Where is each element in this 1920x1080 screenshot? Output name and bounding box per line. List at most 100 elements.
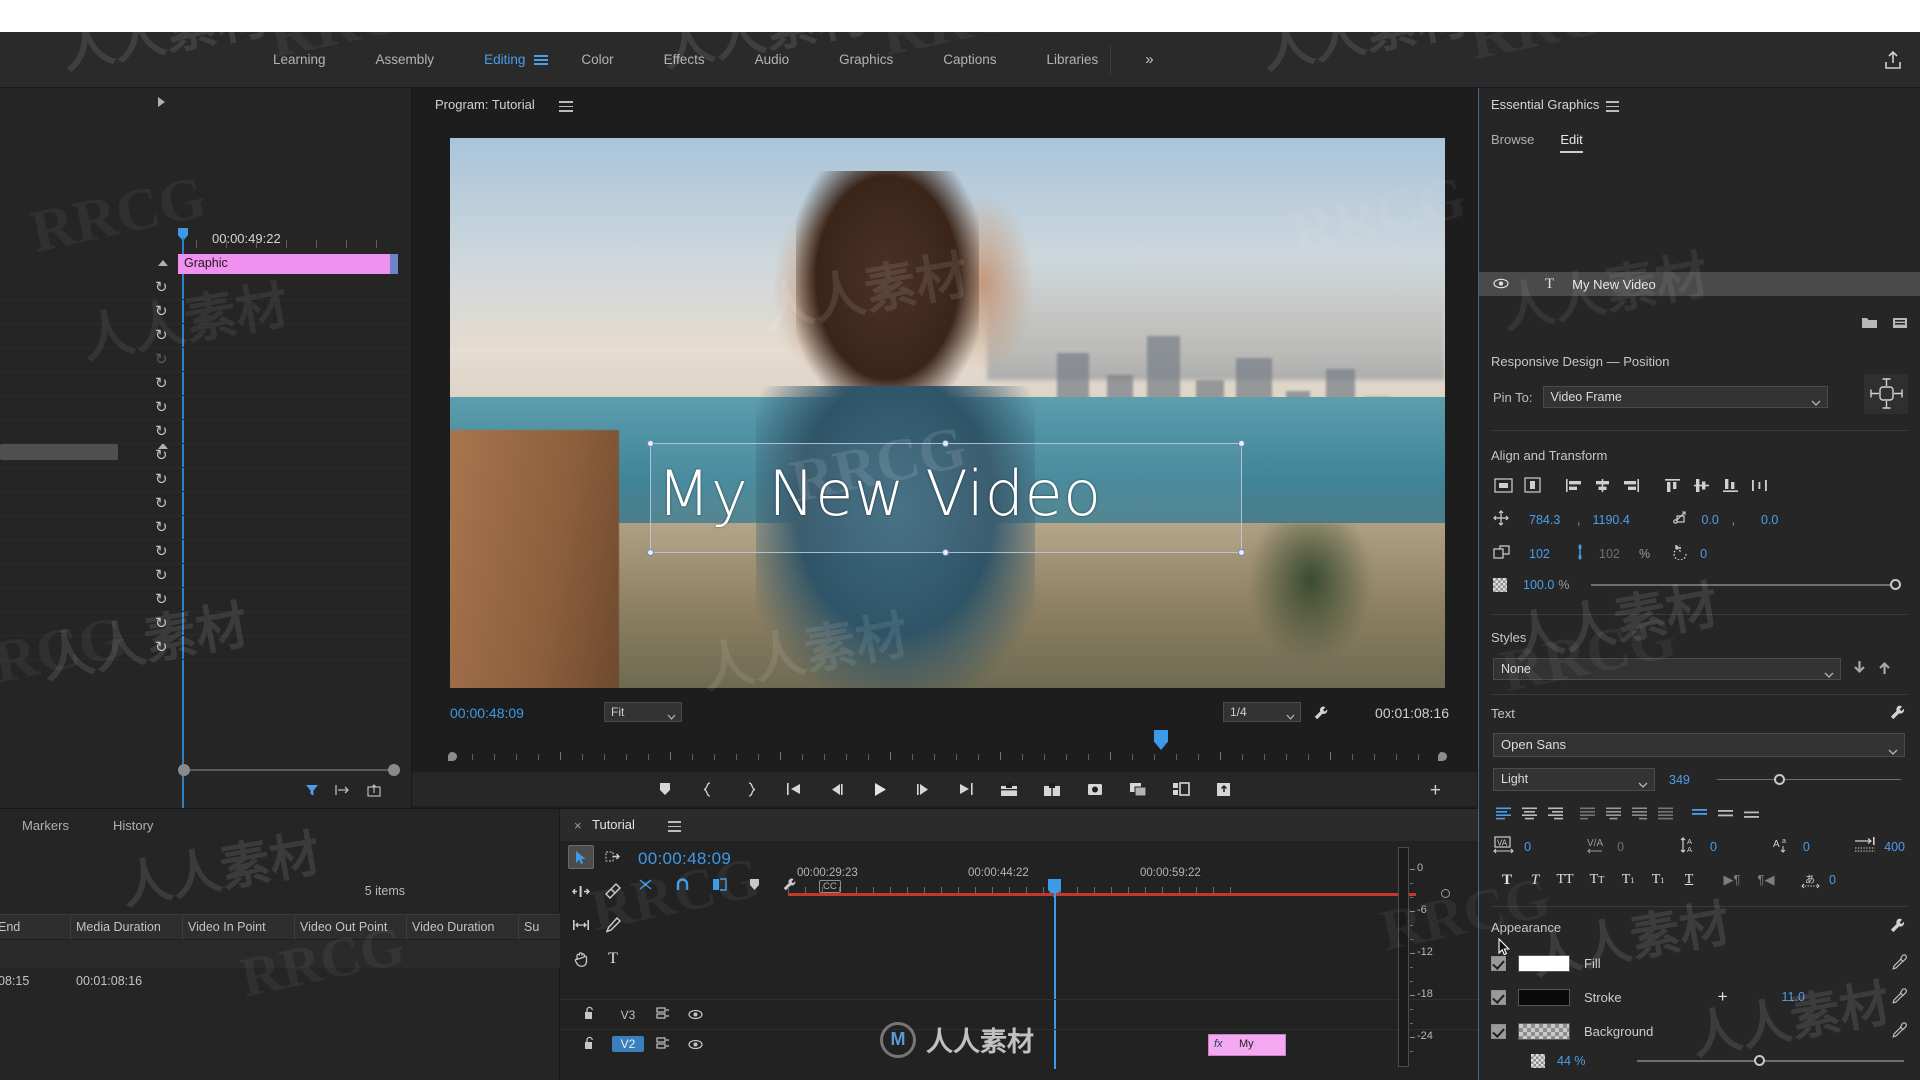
effect-row[interactable]: ↻ xyxy=(0,516,411,540)
graphic-layer-item[interactable]: T My New Video xyxy=(1479,272,1920,296)
track-name-v3[interactable]: V3 xyxy=(612,1008,644,1022)
new-layer-icon[interactable] xyxy=(1861,316,1878,333)
opacity-value[interactable]: 100.0 xyxy=(1523,578,1554,592)
vertical-align-bottom-icon[interactable] xyxy=(1741,804,1761,822)
column-header-su[interactable]: Su xyxy=(524,920,539,934)
kerning-icon[interactable]: V/A xyxy=(1586,836,1609,857)
nested-sequence-icon[interactable] xyxy=(638,877,653,895)
eyedropper-icon[interactable] xyxy=(1892,953,1908,973)
in-point-marker[interactable] xyxy=(448,752,457,761)
column-header-video-duration[interactable]: Video Duration xyxy=(412,920,494,934)
effect-row[interactable]: ↻ xyxy=(0,420,411,444)
fill-color-swatch[interactable] xyxy=(1518,954,1570,972)
close-tab-icon[interactable]: × xyxy=(574,818,582,833)
align-right-icon[interactable] xyxy=(1621,476,1641,494)
ripple-edit-tool[interactable] xyxy=(568,879,594,903)
timeline-playhead-timecode[interactable]: 00:00:48:09 xyxy=(638,849,731,869)
reset-arrow-icon[interactable]: ↻ xyxy=(155,496,171,512)
fill-checkbox[interactable] xyxy=(1491,955,1506,971)
program-monitor-video[interactable]: My New Video xyxy=(450,138,1445,688)
link-chain-icon[interactable] xyxy=(1575,544,1585,563)
appearance-row-stroke[interactable]: Stroke + 11.0 xyxy=(1491,984,1908,1010)
tab-width-value[interactable]: 400 xyxy=(1884,840,1905,854)
effect-row[interactable]: ↻ xyxy=(0,324,411,348)
comparison-view-button[interactable] xyxy=(1129,780,1147,798)
stroke-checkbox[interactable] xyxy=(1491,989,1506,1005)
faux-italic-icon[interactable]: T xyxy=(1521,870,1549,890)
column-header-video-out-point[interactable]: Video Out Point xyxy=(300,920,387,934)
track-select-forward-tool[interactable] xyxy=(600,845,626,869)
collapse-triangle-icon[interactable] xyxy=(158,260,168,266)
tracking-value[interactable]: 0 xyxy=(1524,840,1586,854)
align-bottom-icon[interactable] xyxy=(1720,476,1740,494)
scale-y-value[interactable]: 102 xyxy=(1599,547,1633,561)
go-to-in-button[interactable] xyxy=(785,780,803,798)
tab-width-icon[interactable] xyxy=(1853,836,1878,857)
baseline-shift-value[interactable]: 0 xyxy=(1803,840,1853,854)
go-to-out-button[interactable] xyxy=(957,780,975,798)
panel-menu-icon[interactable] xyxy=(1606,101,1619,115)
column-header-end[interactable]: End xyxy=(0,920,20,934)
effect-row[interactable]: ↻ xyxy=(0,276,411,300)
reset-arrow-icon[interactable]: ↻ xyxy=(155,592,171,608)
distribute-icon[interactable] xyxy=(1749,476,1769,494)
workspace-menu-icon[interactable] xyxy=(534,32,550,88)
slip-tool[interactable] xyxy=(568,913,594,937)
reset-arrow-icon[interactable]: ↻ xyxy=(155,376,171,392)
kerning-value[interactable]: 0 xyxy=(1617,840,1679,854)
handle-bottom-center[interactable] xyxy=(942,549,949,556)
workspace-overflow-button[interactable]: » xyxy=(1123,32,1175,88)
marker-icon[interactable] xyxy=(749,878,760,894)
tab-markers[interactable]: Markers xyxy=(0,809,91,843)
multicam-button[interactable] xyxy=(1172,780,1190,798)
track-sync-icon[interactable] xyxy=(656,1037,670,1053)
appearance-row-fill[interactable]: Fill xyxy=(1491,950,1908,976)
effect-row[interactable]: ↻ xyxy=(0,300,411,324)
justify-last-right-icon[interactable] xyxy=(1629,804,1649,822)
anchor-point-icon[interactable] xyxy=(1672,510,1688,529)
leading-value[interactable]: 0 xyxy=(1710,840,1772,854)
effect-row[interactable]: ↻ xyxy=(0,636,411,660)
rotation-icon[interactable] xyxy=(1672,544,1690,563)
audio-meters[interactable]: 0 -6 -12 -18 -24 xyxy=(1388,843,1434,1080)
justify-last-center-icon[interactable] xyxy=(1603,804,1623,822)
reset-arrow-icon[interactable]: ↻ xyxy=(155,280,171,296)
selection-tool[interactable] xyxy=(568,845,594,869)
workspace-tab-effects[interactable]: Effects xyxy=(639,32,730,88)
handle-bottom-right[interactable] xyxy=(1238,549,1245,556)
program-playhead[interactable] xyxy=(1154,730,1168,750)
playback-resolution-dropdown[interactable]: 1/4 xyxy=(1223,702,1301,722)
timeline-sequence-name[interactable]: Tutorial xyxy=(592,817,635,832)
workspace-tab-color[interactable]: Color xyxy=(556,32,638,88)
play-stop-button[interactable] xyxy=(871,780,889,798)
justify-last-left-icon[interactable] xyxy=(1577,804,1597,822)
eye-icon[interactable] xyxy=(688,1038,703,1053)
font-size-value[interactable]: 349 xyxy=(1669,773,1703,787)
stroke-color-swatch[interactable] xyxy=(1518,988,1570,1006)
background-color-swatch[interactable] xyxy=(1518,1022,1570,1040)
small-caps-icon[interactable]: TT xyxy=(1581,870,1613,890)
scale-x-value[interactable]: 102 xyxy=(1529,547,1573,561)
workspace-tab-captions[interactable]: Captions xyxy=(918,32,1021,88)
effect-row[interactable]: ↻ xyxy=(0,564,411,588)
zoom-level-dropdown[interactable]: Fit xyxy=(604,702,682,722)
effect-row[interactable]: ↻ xyxy=(0,372,411,396)
reset-arrow-icon[interactable]: ↻ xyxy=(155,472,171,488)
align-vertical-center-icon[interactable] xyxy=(1522,476,1542,494)
razor-tool[interactable] xyxy=(600,879,626,903)
align-center-icon[interactable] xyxy=(1519,804,1539,822)
effect-controls-ruler[interactable] xyxy=(178,228,411,250)
export-frame-icon[interactable] xyxy=(367,783,381,800)
table-row[interactable]: 08:15 00:01:08:16 xyxy=(0,968,560,996)
share-export-icon[interactable] xyxy=(1882,49,1904,71)
zoom-handle-right[interactable] xyxy=(388,764,400,776)
effect-row[interactable]: ↻ xyxy=(0,444,411,468)
type-tool[interactable]: T xyxy=(600,947,626,971)
align-right-icon[interactable] xyxy=(1545,804,1565,822)
settings-wrench-icon[interactable] xyxy=(1313,705,1329,724)
vertical-align-center-icon[interactable] xyxy=(1715,804,1735,822)
eyedropper-icon[interactable] xyxy=(1892,987,1908,1007)
filter-funnel-icon[interactable] xyxy=(305,783,319,800)
handle-top-center[interactable] xyxy=(942,440,949,447)
export-frame-button[interactable] xyxy=(1086,780,1104,798)
